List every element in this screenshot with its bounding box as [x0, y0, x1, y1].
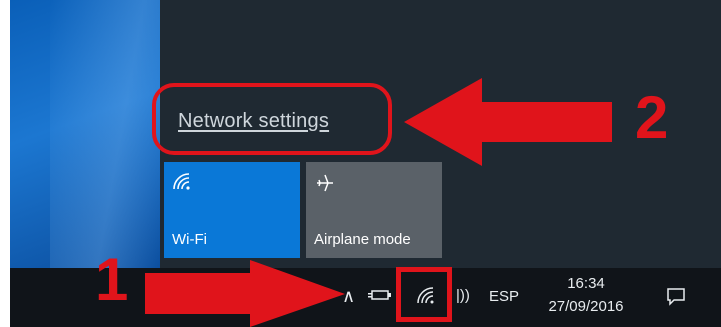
wifi-tile[interactable]: Wi-Fi	[164, 162, 300, 258]
desktop-background	[10, 0, 160, 268]
wifi-tile-label: Wi-Fi	[172, 231, 207, 248]
annotation-box-wifi-tray	[396, 267, 452, 322]
airplane-mode-tile[interactable]: Airplane mode	[306, 162, 442, 258]
clock[interactable]: 16:34 27/09/2016	[536, 272, 636, 318]
power-plug-icon[interactable]	[368, 288, 392, 307]
airplane-icon	[314, 172, 336, 199]
annotation-arrow-step1	[145, 260, 345, 327]
wifi-icon	[172, 172, 192, 195]
annotation-arrow-step2	[404, 78, 612, 166]
bluetooth-icon[interactable]: |))	[456, 287, 470, 304]
step-2-label: 2	[635, 84, 669, 151]
annotation-circle-network-settings	[152, 83, 392, 155]
notification-icon[interactable]	[666, 286, 686, 311]
clock-time: 16:34	[567, 275, 605, 292]
clock-date: 27/09/2016	[548, 298, 624, 315]
screenshot-stage: Network settings Wi-Fi Airplane mode ∧ |…	[10, 0, 721, 327]
step-1-label: 1	[95, 246, 129, 313]
airplane-mode-label: Airplane mode	[314, 231, 411, 248]
language-indicator[interactable]: ESP	[489, 288, 519, 305]
